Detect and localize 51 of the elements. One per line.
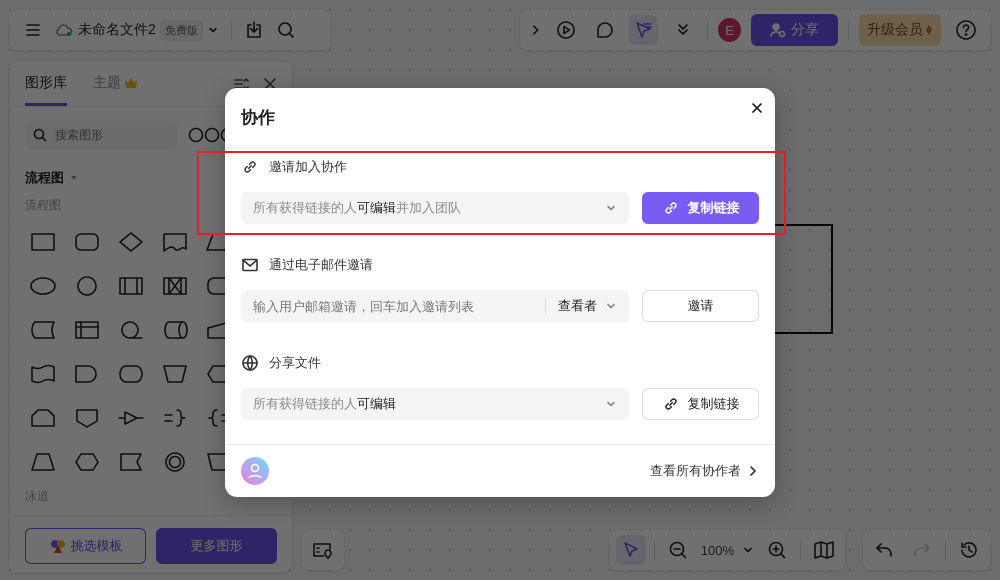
comment-icon[interactable]: [594, 20, 615, 40]
gem-icon: [925, 24, 934, 36]
permission-select[interactable]: 所有获得链接的人可编辑: [241, 388, 629, 420]
more-shapes-button[interactable]: 更多图形: [156, 528, 277, 564]
section-heading: 邀请加入协作: [269, 158, 347, 176]
map-pin-icon[interactable]: [312, 541, 334, 559]
file-name[interactable]: 未命名文件2: [78, 21, 156, 39]
share-button[interactable]: 分享: [751, 14, 838, 46]
menu-icon[interactable]: [24, 21, 42, 39]
upgrade-button[interactable]: 升级会员: [859, 14, 942, 46]
role-select[interactable]: 查看者: [558, 297, 597, 315]
invite-button[interactable]: 邀请: [642, 290, 759, 322]
caret-icon: [70, 175, 78, 181]
avatar-icon: [241, 457, 269, 485]
user-avatar[interactable]: E: [718, 18, 742, 42]
search-field[interactable]: 搜索图形: [55, 122, 170, 148]
palette-icon: [48, 538, 66, 554]
section-heading: 通过电子邮件邀请: [269, 256, 373, 274]
play-icon[interactable]: [556, 20, 576, 40]
search-icon[interactable]: [276, 20, 296, 40]
person-add-icon: [770, 22, 786, 38]
category-title[interactable]: 流程图: [25, 169, 64, 187]
email-field[interactable]: 输入用户邮箱邀请，回车加入邀请列表 查看者: [241, 290, 629, 322]
book-icon[interactable]: [813, 540, 835, 560]
pointer-icon: [622, 541, 640, 559]
pointer-icon: [634, 20, 654, 40]
crown-icon: [124, 76, 138, 88]
close-icon[interactable]: [751, 102, 763, 114]
section-heading: 分享文件: [269, 354, 321, 372]
zoom-in-icon[interactable]: [767, 540, 787, 560]
globe-icon: [241, 354, 259, 372]
panel-tab[interactable]: 图形库: [25, 62, 67, 106]
copy-link-button[interactable]: 复制链接: [642, 192, 759, 224]
template-button[interactable]: 挑选模板: [25, 528, 146, 564]
mail-icon: [241, 256, 259, 274]
search-icon: [33, 128, 47, 142]
close-icon[interactable]: [263, 77, 277, 91]
history-icon[interactable]: [959, 540, 979, 560]
link-icon: [241, 158, 259, 176]
zoom-level[interactable]: 100%: [700, 542, 734, 558]
search-box[interactable]: 搜索图形: [25, 121, 178, 149]
pointer-tool[interactable]: [616, 535, 646, 565]
plan-badge: 免费版: [160, 20, 203, 40]
pointer-tool[interactable]: [629, 15, 658, 45]
view-collaborators-link[interactable]: 查看所有协作者: [650, 462, 759, 480]
cloud-icon: [54, 22, 74, 38]
help-icon[interactable]: [954, 19, 977, 41]
copy-link-button[interactable]: 复制链接: [642, 388, 759, 420]
permission-select[interactable]: 所有获得链接的人可编辑并加入团队: [241, 192, 629, 224]
dialog-title: 协作: [241, 107, 275, 129]
zoom-out-icon[interactable]: [668, 540, 688, 560]
